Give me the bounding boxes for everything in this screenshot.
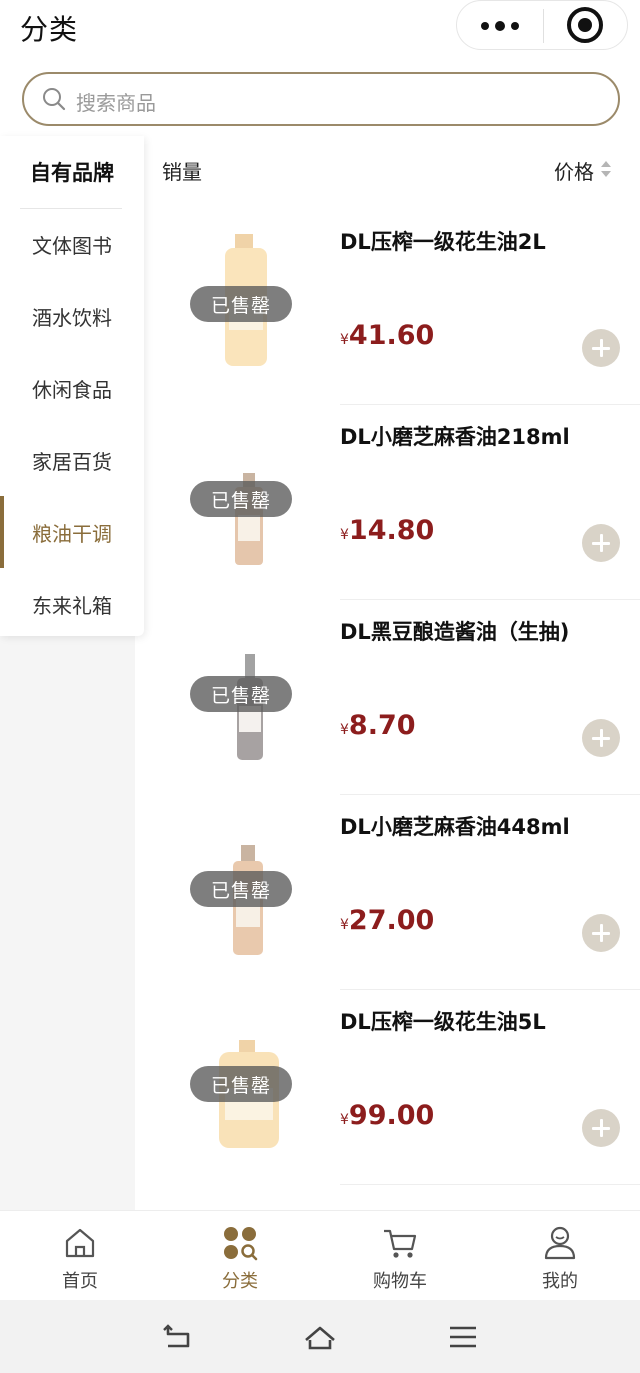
system-navigation-bar bbox=[0, 1300, 640, 1373]
tab-label: 首页 bbox=[62, 1271, 98, 1292]
sold-out-badge: 已售罄 bbox=[190, 871, 292, 907]
add-to-cart-button[interactable] bbox=[582, 914, 620, 952]
category-sidebar: 自有品牌 文体图书 酒水饮料 休闲食品 家居百货 粮油干调 东来礼箱 bbox=[0, 136, 144, 636]
tab-profile[interactable]: 我的 bbox=[480, 1211, 640, 1301]
back-icon[interactable] bbox=[160, 1320, 194, 1354]
search-input[interactable]: 搜索商品 bbox=[22, 72, 620, 126]
tab-cart[interactable]: 购物车 bbox=[320, 1211, 480, 1301]
sort-by-sales[interactable]: 销量 bbox=[162, 156, 202, 185]
sidebar-item-drinks[interactable]: 酒水饮料 bbox=[0, 280, 144, 352]
add-to-cart-button[interactable] bbox=[582, 1109, 620, 1147]
home-icon bbox=[65, 1228, 95, 1258]
product-price: ¥41.60 bbox=[340, 320, 435, 351]
tab-category[interactable]: 分类 bbox=[160, 1211, 320, 1301]
product-item[interactable]: 已售罄 DL压榨一级花生油2L ¥41.60 bbox=[145, 210, 640, 405]
sidebar-item-gift-box[interactable]: 东来礼箱 bbox=[0, 568, 144, 640]
cart-icon bbox=[384, 1229, 417, 1258]
menu-icon[interactable] bbox=[446, 1320, 480, 1354]
sold-out-badge: 已售罄 bbox=[190, 481, 292, 517]
item-divider bbox=[340, 1184, 640, 1185]
mini-program-capsule bbox=[456, 0, 628, 50]
product-item[interactable]: 已售罄 DL小磨芝麻香油218ml ¥14.80 bbox=[145, 405, 640, 600]
tab-label: 我的 bbox=[542, 1271, 578, 1292]
add-to-cart-button[interactable] bbox=[582, 719, 620, 757]
more-dots-icon[interactable] bbox=[457, 1, 543, 51]
add-to-cart-button[interactable] bbox=[582, 524, 620, 562]
sidebar-item-own-brand[interactable]: 自有品牌 bbox=[0, 136, 144, 208]
sort-by-price[interactable]: 价格 bbox=[554, 156, 594, 185]
top-bar: 分类 bbox=[0, 0, 640, 60]
sidebar-item-snacks[interactable]: 休闲食品 bbox=[0, 352, 144, 424]
product-price: ¥27.00 bbox=[340, 905, 435, 936]
page-title: 分类 bbox=[20, 13, 79, 46]
target-close-icon[interactable] bbox=[567, 7, 603, 43]
product-name[interactable]: DL小磨芝麻香油448ml bbox=[340, 811, 570, 841]
sidebar-item-stationery-books[interactable]: 文体图书 bbox=[0, 208, 144, 280]
sort-arrows-icon[interactable] bbox=[600, 159, 612, 179]
product-name[interactable]: DL黑豆酿造酱油（生抽) bbox=[340, 616, 569, 646]
product-item[interactable]: 已售罄 DL小磨芝麻香油448ml ¥27.00 bbox=[145, 795, 640, 990]
product-item[interactable]: 已售罄 DL压榨一级花生油5L ¥99.00 bbox=[145, 990, 640, 1185]
product-name[interactable]: DL小磨芝麻香油218ml bbox=[340, 421, 570, 451]
capsule-divider bbox=[543, 9, 544, 43]
product-price: ¥99.00 bbox=[340, 1100, 435, 1131]
tab-label: 分类 bbox=[222, 1271, 258, 1292]
product-name[interactable]: DL压榨一级花生油5L bbox=[340, 1006, 546, 1036]
bottom-tab-bar: 首页 分类 购物车 我的 bbox=[0, 1210, 640, 1300]
product-name[interactable]: DL压榨一级花生油2L bbox=[340, 226, 546, 256]
tab-label: 购物车 bbox=[373, 1271, 427, 1292]
category-icon bbox=[224, 1227, 258, 1261]
search-icon bbox=[43, 88, 66, 111]
product-price: ¥14.80 bbox=[340, 515, 435, 546]
home-nav-icon[interactable] bbox=[303, 1320, 337, 1354]
tab-home[interactable]: 首页 bbox=[0, 1211, 160, 1301]
sold-out-badge: 已售罄 bbox=[190, 676, 292, 712]
sold-out-badge: 已售罄 bbox=[190, 1066, 292, 1102]
profile-icon bbox=[544, 1226, 576, 1260]
sidebar-item-grain-oil[interactable]: 粮油干调 bbox=[0, 496, 144, 568]
sold-out-badge: 已售罄 bbox=[190, 286, 292, 322]
add-to-cart-button[interactable] bbox=[582, 329, 620, 367]
product-price: ¥8.70 bbox=[340, 710, 416, 741]
search-placeholder: 搜索商品 bbox=[76, 91, 156, 115]
sidebar-item-household[interactable]: 家居百货 bbox=[0, 424, 144, 496]
product-item[interactable]: 已售罄 DL黑豆酿造酱油（生抽) ¥8.70 bbox=[145, 600, 640, 795]
